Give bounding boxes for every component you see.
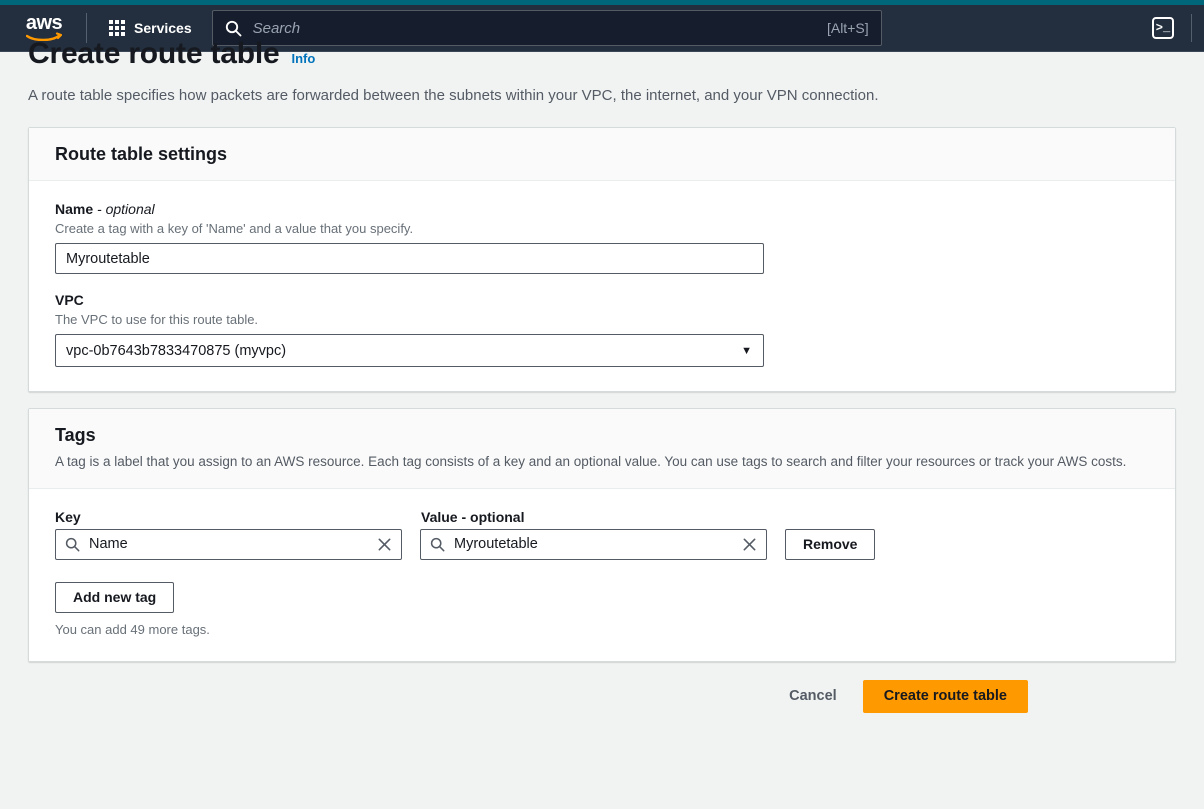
grid-menu-icon (109, 20, 125, 36)
name-field-group: Name - optional Create a tag with a key … (55, 201, 1149, 275)
vpc-field-hint: The VPC to use for this route table. (55, 312, 259, 328)
tag-value-input[interactable] (454, 536, 739, 552)
tag-column-headers: Key Value - optional (55, 509, 1149, 525)
name-field-label: Name - optional (55, 201, 1149, 217)
name-label-text: Name (55, 201, 94, 218)
settings-card-body: Name - optional Create a tag with a key … (29, 181, 1175, 392)
settings-card-header: Route table settings (29, 128, 1175, 182)
tag-key-label: Key (55, 508, 81, 525)
page-content: Create route table Info A route table sp… (0, 37, 1204, 809)
search-icon (225, 20, 242, 37)
vpc-selected-value: vpc-0b7643b7833470875 (myvpc) (66, 342, 287, 359)
page-header: Create route table Info A route table sp… (0, 36, 1204, 107)
info-link[interactable]: Info (291, 51, 315, 66)
aws-logo-text: aws (25, 12, 63, 34)
services-menu-label: Services (134, 20, 192, 36)
tag-key-input-wrap[interactable] (55, 528, 402, 560)
tag-value-optional-suffix: - optional (461, 508, 525, 525)
tags-card-body: Key Value - optional Name Myroutetable R… (29, 488, 1175, 661)
close-x-icon[interactable] (374, 534, 394, 554)
search-shortcut-hint: [Alt+S] (826, 20, 869, 36)
title-row: Create route table Info (28, 36, 1176, 72)
tag-value-input-wrap[interactable] (420, 528, 767, 560)
settings-card-title: Route table settings (55, 144, 228, 165)
tags-card-header: Tags A tag is a label that you assign to… (29, 409, 1175, 489)
page-title: Create route table (28, 37, 280, 70)
tags-card-description: A tag is a label that you assign to an A… (55, 454, 1127, 470)
create-route-table-button[interactable]: Create route table (862, 679, 1028, 713)
tag-key-input[interactable] (89, 536, 374, 552)
tag-value-column-header: Value - optional (421, 509, 787, 525)
vpc-field-label: VPC (55, 292, 84, 309)
add-new-tag-button[interactable]: Add new tag (55, 581, 175, 613)
vpc-field-group: VPC The VPC to use for this route table.… (55, 292, 1149, 368)
tag-key-column-header: Key (55, 509, 421, 525)
tags-card-title: Tags (55, 425, 96, 446)
name-optional-suffix: - optional (97, 201, 155, 218)
name-input[interactable] (55, 243, 764, 275)
table-row: Remove (55, 528, 1149, 560)
page-description: A route table specifies how packets are … (28, 87, 879, 104)
add-tag-row: Add new tag You can add 49 more tags. (55, 581, 1149, 637)
search-icon (65, 537, 80, 552)
cancel-button[interactable]: Cancel (785, 682, 841, 710)
tag-counter-text: You can add 49 more tags. (55, 621, 210, 637)
close-x-icon[interactable] (739, 534, 759, 554)
tag-value-label: Value (421, 508, 458, 525)
search-input[interactable]: Search (253, 20, 827, 37)
vpc-select[interactable]: vpc-0b7643b7833470875 (myvpc) (55, 334, 764, 368)
search-icon (430, 537, 445, 552)
remove-tag-button[interactable]: Remove (785, 528, 876, 560)
tags-card: Tags A tag is a label that you assign to… (28, 408, 1176, 662)
vpc-select-wrap: vpc-0b7643b7833470875 (myvpc) ▼ (55, 334, 764, 368)
footer-actions: Cancel Create route table (0, 662, 1204, 713)
route-table-settings-card: Route table settings Name - optional Cre… (28, 127, 1176, 393)
name-field-hint: Create a tag with a key of 'Name' and a … (55, 221, 414, 237)
